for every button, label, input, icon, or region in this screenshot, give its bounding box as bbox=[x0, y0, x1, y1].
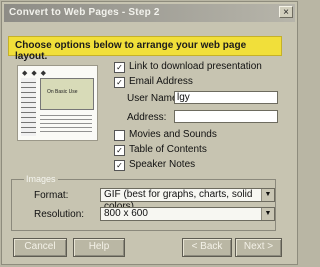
checkbox[interactable]: ✓ bbox=[114, 160, 125, 171]
address-input[interactable] bbox=[174, 110, 278, 123]
chevron-down-icon[interactable]: ▼ bbox=[261, 208, 274, 220]
dialog-title: Convert to Web Pages - Step 2 bbox=[9, 7, 160, 18]
preview-slide-title: On Basic Use bbox=[47, 89, 78, 95]
chevron-down-icon[interactable]: ▼ bbox=[261, 189, 274, 201]
option-label: Table of Contents bbox=[129, 144, 207, 155]
instruction-text: Choose options below to arrange your web… bbox=[15, 40, 247, 62]
help-button[interactable]: Help bbox=[73, 238, 125, 257]
preview-notes-pane bbox=[40, 112, 92, 134]
images-group: Images Format: GIF (best for graphs, cha… bbox=[11, 174, 276, 231]
user-name-input[interactable] bbox=[174, 91, 278, 104]
checkbox[interactable]: ✓ bbox=[114, 77, 125, 88]
option-label: Movies and Sounds bbox=[129, 129, 217, 140]
checkbox[interactable] bbox=[114, 130, 125, 141]
checkbox[interactable]: ✓ bbox=[114, 62, 125, 73]
option-label: Link to download presentation bbox=[129, 61, 262, 72]
user-name-label: User Name: bbox=[127, 93, 181, 104]
format-select[interactable]: GIF (best for graphs, charts, solid colo… bbox=[100, 188, 275, 212]
preview-nav-icons: ◆ ◆ ◆ bbox=[22, 70, 48, 77]
format-label: Format: bbox=[34, 190, 69, 201]
back-button[interactable]: < Back bbox=[182, 238, 232, 257]
resolution-label: Resolution: bbox=[34, 209, 85, 220]
preview-slide: On Basic Use bbox=[40, 78, 94, 110]
convert-to-web-dialog: Convert to Web Pages - Step 2 × Choose o… bbox=[1, 1, 298, 265]
option-label: Speaker Notes bbox=[129, 159, 196, 170]
next-button[interactable]: Next > bbox=[235, 238, 282, 257]
layout-preview-image: ◆ ◆ ◆ On Basic Use bbox=[17, 65, 98, 141]
resolution-value: 800 x 600 bbox=[104, 208, 148, 219]
title-bar[interactable]: Convert to Web Pages - Step 2 × bbox=[4, 4, 295, 22]
address-label: Address: bbox=[127, 112, 167, 123]
images-group-legend: Images bbox=[24, 174, 58, 184]
preview-contents-pane bbox=[21, 78, 36, 136]
checkbox[interactable]: ✓ bbox=[114, 145, 125, 156]
resolution-select[interactable]: 800 x 600 ▼ bbox=[100, 207, 275, 221]
cancel-button[interactable]: Cancel bbox=[13, 238, 67, 257]
instruction-banner: Choose options below to arrange your web… bbox=[8, 36, 282, 62]
close-button[interactable]: × bbox=[279, 6, 293, 18]
option-label: Email Address bbox=[129, 76, 193, 87]
